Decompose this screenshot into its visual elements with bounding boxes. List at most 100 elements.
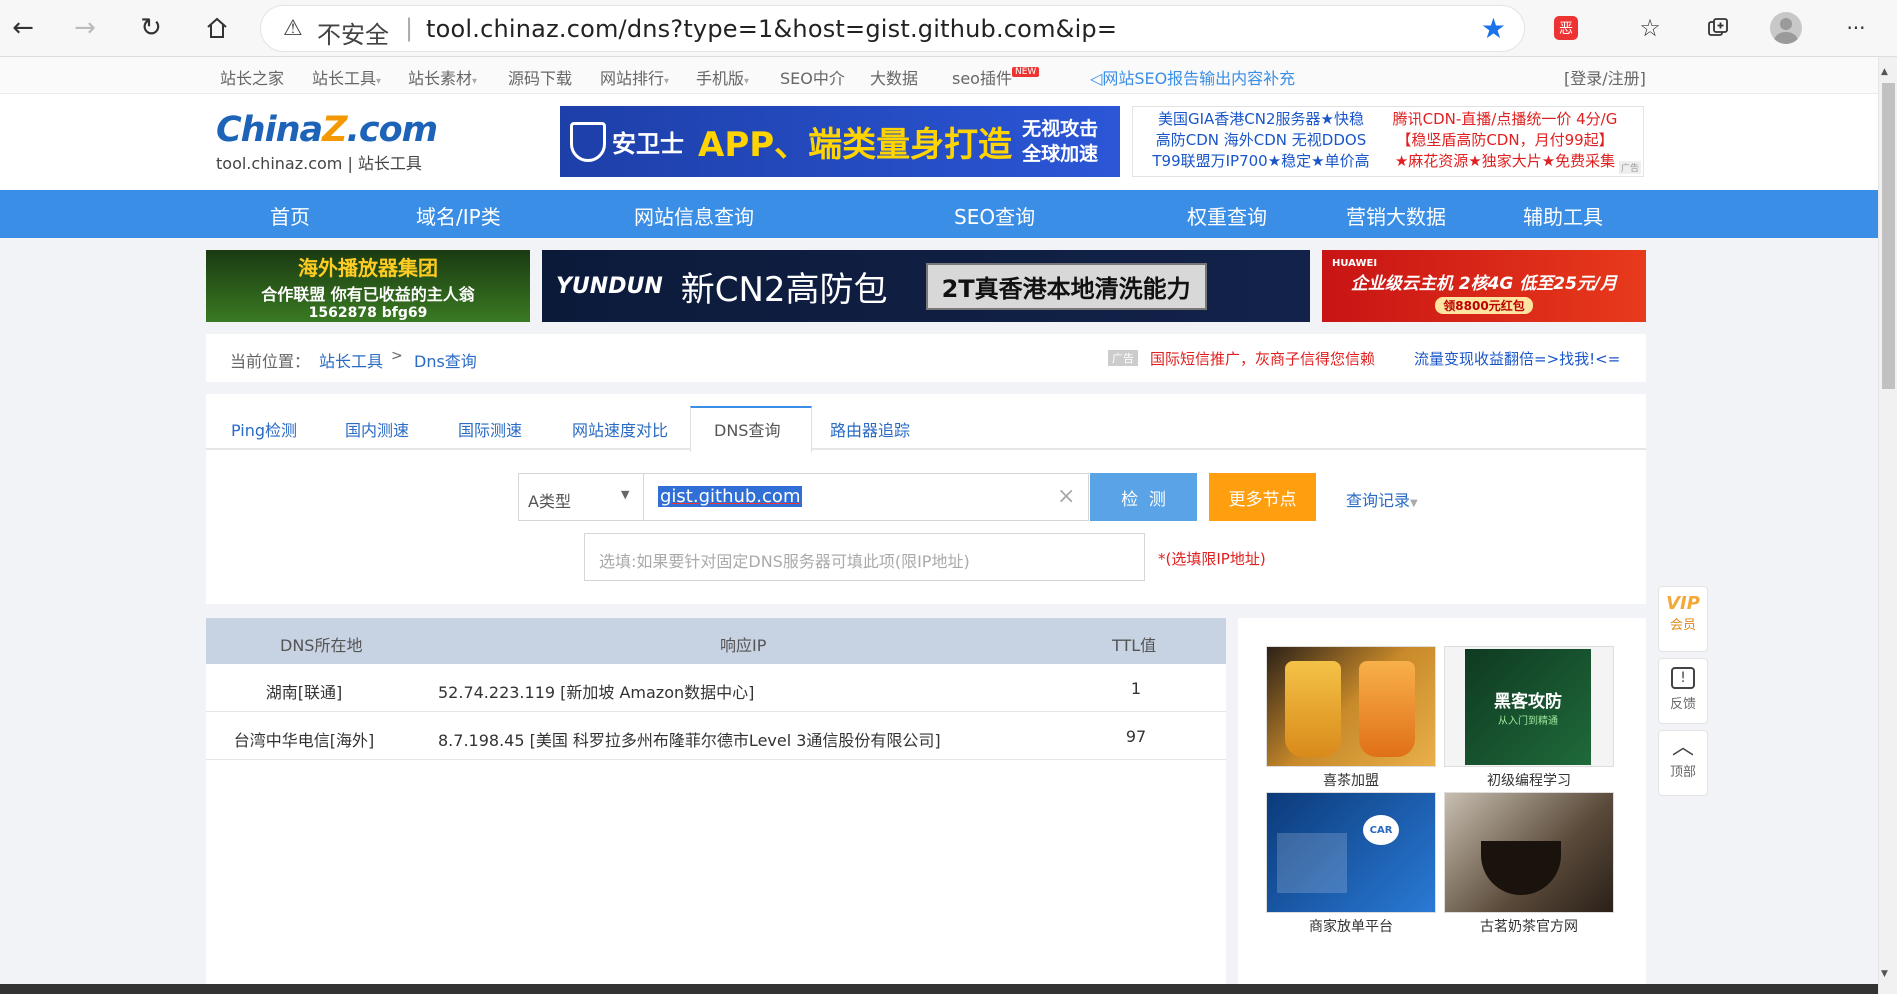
extension-icon[interactable]: 恶	[1548, 10, 1584, 46]
nav-item-domain-ip[interactable]: 域名/IP类	[416, 201, 501, 230]
breadcrumb-prefix: 当前位置：	[230, 352, 311, 371]
home-icon[interactable]	[198, 9, 236, 47]
ad-label: 广告	[1618, 161, 1641, 174]
banner-title: 企业级云主机 2核4G 低至25元/月	[1350, 274, 1618, 294]
back-to-top-button[interactable]: ︿ 顶部	[1658, 730, 1708, 796]
banner-ad-yundun[interactable]: YUNDUN 新CN2高防包 2T真香港本地清洗能力	[542, 250, 1310, 322]
insecure-label: 不安全	[317, 21, 389, 49]
favorite-star-icon[interactable]: ★	[1481, 12, 1506, 45]
topbar-notice[interactable]: ◁网站SEO报告输出内容补充	[1090, 65, 1295, 89]
topbar-link[interactable]: 站长工具▾	[312, 65, 381, 89]
breadcrumb-promo-red[interactable]: 国际短信推广，灰商子信得您信赖	[1150, 348, 1375, 369]
record-type-select[interactable]: A类型 ▼	[518, 473, 644, 521]
shield-icon	[570, 121, 606, 162]
topbar-link[interactable]: 站长之家	[220, 65, 284, 89]
table-row: 台湾中华电信[海外] 8.7.198.45 [美国 科罗拉多州布隆菲尔德市Lev…	[206, 712, 1226, 760]
topbar-link[interactable]: 手机版▾	[696, 65, 749, 89]
more-nodes-button[interactable]: 更多节点	[1209, 473, 1316, 521]
header-ad-slogan: APP、端类量身打造	[698, 125, 1013, 165]
row-ip: 52.74.223.119 [新加坡 Amazon数据中心]	[438, 683, 755, 702]
nav-item-tools[interactable]: 辅助工具	[1523, 201, 1603, 230]
row-location: 台湾中华电信[海外]	[233, 731, 375, 750]
arrow-up-icon: ︿	[1671, 735, 1694, 760]
breadcrumb-link-tools[interactable]: 站长工具	[319, 348, 383, 372]
caret-down-icon: ▾	[472, 76, 478, 87]
topbar-link[interactable]: 网站排行▾	[600, 65, 669, 89]
book-subtitle: 从入门到精通	[1498, 716, 1558, 727]
topbar-link[interactable]: 站长素材▾	[408, 65, 477, 89]
ad-caption[interactable]: 古茗奶茶官方网	[1444, 916, 1614, 936]
text-ad-left[interactable]: 美国GIA香港CN2服务器★快稳 高防CDN 海外CDN 无视DDOS T99联盟万…	[1141, 109, 1381, 172]
breadcrumb-promo-blue[interactable]: 流量变现收益翻倍=>找我!<=	[1414, 348, 1620, 369]
ad-caption[interactable]: 初级编程学习	[1444, 770, 1614, 790]
host-input-value[interactable]: gist.github.com	[658, 486, 803, 507]
ad-image-tea[interactable]	[1266, 646, 1436, 767]
vip-member-button[interactable]: VIP 会员	[1658, 586, 1708, 652]
banner-subtitle: 2T真香港本地清洗能力	[925, 262, 1207, 310]
nav-item-site-info[interactable]: 网站信息查询	[634, 201, 754, 230]
tab-domestic-speed[interactable]: 国内测速	[345, 417, 409, 441]
topbar-link[interactable]: seo插件	[952, 65, 1012, 89]
main-nav: 首页 域名/IP类 网站信息查询 SEO查询 权重查询 营销大数据 辅助工具	[0, 190, 1878, 238]
ad-caption[interactable]: 喜茶加盟	[1266, 770, 1436, 790]
dns-server-input[interactable]: 选填:如果要针对固定DNS服务器可填此项(限IP地址)	[584, 533, 1145, 581]
site-topbar: 站长之家 站长工具▾ 站长素材▾ 源码下载 网站排行▾ 手机版▾ SEO中介 大…	[0, 57, 1878, 94]
history-link[interactable]: 查询记录▼	[1346, 487, 1418, 511]
col-ttl: TTL值	[1112, 636, 1157, 655]
caret-down-icon: ▾	[376, 76, 382, 87]
text-ad-right[interactable]: 腾讯CDN-直播/点播统一价 4分/G 【稳坚盾高防CDN，月付99起】 ★麻花资源…	[1385, 109, 1625, 172]
detect-button[interactable]: 检 测	[1090, 473, 1197, 521]
banner-subtitle: 合作联盟 你有已收益的主人翁	[261, 284, 475, 304]
ad-image-book[interactable]: 黑客攻防 从入门到精通	[1444, 646, 1614, 767]
forward-arrow-icon[interactable]: →	[66, 9, 104, 47]
topbar-link[interactable]: 源码下载	[508, 65, 572, 89]
tab-intl-speed[interactable]: 国际测速	[458, 417, 522, 441]
more-menu-icon[interactable]: ···	[1838, 10, 1874, 46]
tab-traceroute[interactable]: 路由器追踪	[830, 417, 910, 441]
ad-image-platform[interactable]: CAR	[1266, 792, 1436, 913]
url-text[interactable]: tool.chinaz.com/dns?type=1&host=gist.git…	[426, 15, 1117, 43]
table-row: 湖南[联通] 52.74.223.119 [新加坡 Amazon数据中心] 1	[206, 664, 1226, 712]
ad-caption[interactable]: 商家放单平台	[1266, 916, 1436, 936]
warning-icon: ⚠	[283, 16, 303, 41]
topbar-link[interactable]: SEO中介	[780, 65, 845, 89]
nav-item-marketing-data[interactable]: 营销大数据	[1346, 201, 1446, 230]
topbar-link[interactable]: 大数据	[870, 65, 918, 89]
reload-icon[interactable]: ↻	[132, 9, 170, 47]
nav-item-weight[interactable]: 权重查询	[1187, 201, 1267, 230]
scrollbar-thumb[interactable]	[1882, 83, 1895, 389]
banner-title: 海外播放器集团	[298, 255, 438, 280]
banner-contact: 1562878 bfg69	[308, 304, 428, 321]
host-input[interactable]: gist.github.com ×	[643, 473, 1089, 521]
banner-ad-huawei[interactable]: HUAWEI 企业级云主机 2核4G 低至25元/月 领8800元红包	[1322, 250, 1646, 322]
row-location: 湖南[联通]	[265, 683, 343, 702]
ad-image-milk-tea[interactable]	[1444, 792, 1614, 913]
banner-ad-player[interactable]: 海外播放器集团 合作联盟 你有已收益的主人翁 1562878 bfg69	[206, 250, 530, 322]
banner-brand: HUAWEI	[1332, 258, 1378, 269]
chinaz-logo[interactable]: ChinaZ.com tool.chinaz.com | 站长工具	[216, 112, 438, 174]
back-arrow-icon[interactable]: ←	[4, 9, 42, 47]
breadcrumb-separator: >	[391, 348, 403, 364]
login-link[interactable]: [登录/注册]	[1564, 65, 1646, 89]
col-dns-location: DNS所在地	[280, 636, 363, 655]
page-scrollbar[interactable]: ▲ ▼	[1878, 57, 1897, 994]
header-ad-tag: 全球加速	[1022, 142, 1099, 165]
nav-item-seo[interactable]: SEO查询	[954, 201, 1035, 230]
favorites-list-icon[interactable]: ☆	[1632, 10, 1668, 46]
clear-icon[interactable]: ×	[1057, 484, 1075, 509]
car-badge: CAR	[1363, 815, 1399, 845]
tab-ping[interactable]: Ping检测	[231, 417, 297, 441]
breadcrumb-current[interactable]: Dns查询	[414, 348, 477, 372]
banner-title: 新CN2高防包	[680, 269, 888, 310]
scroll-down-icon[interactable]: ▼	[1881, 969, 1888, 979]
tab-speed-compare[interactable]: 网站速度对比	[572, 417, 668, 441]
scroll-up-icon[interactable]: ▲	[1881, 67, 1888, 77]
address-bar[interactable]: ⚠ 不安全 | tool.chinaz.com/dns?type=1&host=…	[260, 5, 1525, 52]
header-ad-banner[interactable]: 安卫士 APP、端类量身打造 无视攻击 全球加速	[560, 106, 1120, 177]
tab-dns[interactable]: DNS查询	[714, 417, 780, 441]
nav-item-home[interactable]: 首页	[270, 201, 310, 230]
collections-icon[interactable]	[1700, 10, 1736, 46]
profile-avatar-icon[interactable]	[1768, 10, 1804, 46]
feedback-button[interactable]: ! 反馈	[1658, 658, 1708, 724]
logo-subtitle: tool.chinaz.com | 站长工具	[216, 154, 422, 173]
